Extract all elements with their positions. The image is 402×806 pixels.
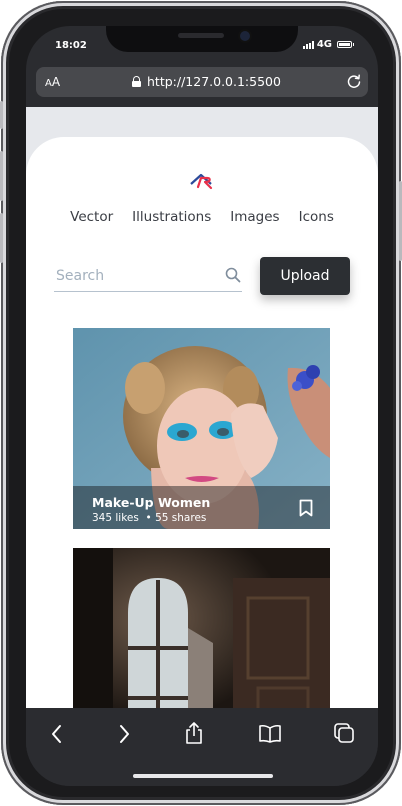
- text-size-small-label: A: [45, 78, 52, 89]
- url-display[interactable]: http://127.0.0.1:5500: [132, 74, 281, 89]
- upload-button[interactable]: Upload: [260, 257, 350, 295]
- network-label: 4G: [316, 39, 332, 50]
- status-time: 18:02: [55, 40, 87, 51]
- photo-card-interior[interactable]: [73, 548, 330, 708]
- bookmarks-book-icon[interactable]: [258, 724, 282, 744]
- share-icon[interactable]: [184, 721, 204, 745]
- back-icon[interactable]: [50, 724, 64, 744]
- battery-icon: [337, 41, 354, 48]
- card-stats: 345 likes • 55 shares: [92, 512, 206, 524]
- address-bar[interactable]: AA http://127.0.0.1:5500: [36, 67, 368, 97]
- search-box: [54, 261, 242, 292]
- search-input[interactable]: [54, 263, 218, 289]
- tabs-icon[interactable]: [333, 722, 355, 744]
- photo-card-makeup[interactable]: Make-Up Women 345 likes • 55 shares: [73, 328, 330, 529]
- mute-switch: [0, 101, 3, 129]
- phone-frame: 18:02 4G AA http://127.0.0.1:5500 Vector…: [0, 1, 402, 805]
- text-size-button[interactable]: AA: [45, 75, 60, 89]
- browser-toolbar: [26, 708, 378, 786]
- card-separator: •: [145, 512, 152, 524]
- logo-icon[interactable]: [189, 172, 215, 190]
- search-icon[interactable]: [225, 267, 241, 283]
- reload-icon[interactable]: [346, 73, 362, 89]
- text-size-big-label: A: [51, 75, 61, 89]
- speaker: [178, 33, 224, 38]
- photo-caption: Make-Up Women 345 likes • 55 shares: [73, 486, 330, 529]
- nav-images[interactable]: Images: [230, 209, 279, 225]
- home-indicator[interactable]: [133, 774, 273, 778]
- nav-illustrations[interactable]: Illustrations: [132, 209, 211, 225]
- card-likes: 345 likes: [92, 512, 139, 524]
- notch: [106, 26, 298, 52]
- page-card: Vector Illustrations Images Icons Upload: [26, 137, 378, 708]
- status-indicators: 4G: [302, 39, 354, 50]
- front-camera: [240, 31, 250, 41]
- lock-icon: [132, 76, 141, 87]
- volume-up-button: [0, 151, 3, 201]
- web-content: Vector Illustrations Images Icons Upload: [26, 107, 378, 708]
- forward-icon[interactable]: [117, 724, 131, 744]
- nav-vector[interactable]: Vector: [70, 209, 113, 225]
- signal-icon: [302, 40, 314, 49]
- bookmark-icon[interactable]: [299, 499, 313, 517]
- card-title: Make-Up Women: [92, 495, 211, 510]
- volume-down-button: [0, 213, 3, 263]
- screen: 18:02 4G AA http://127.0.0.1:5500 Vector…: [26, 26, 378, 786]
- url-text: http://127.0.0.1:5500: [147, 74, 281, 89]
- card-shares: 55 shares: [155, 512, 207, 524]
- category-nav: Vector Illustrations Images Icons: [26, 209, 378, 225]
- nav-icons[interactable]: Icons: [299, 209, 334, 225]
- photo-abandoned-room: [73, 548, 330, 708]
